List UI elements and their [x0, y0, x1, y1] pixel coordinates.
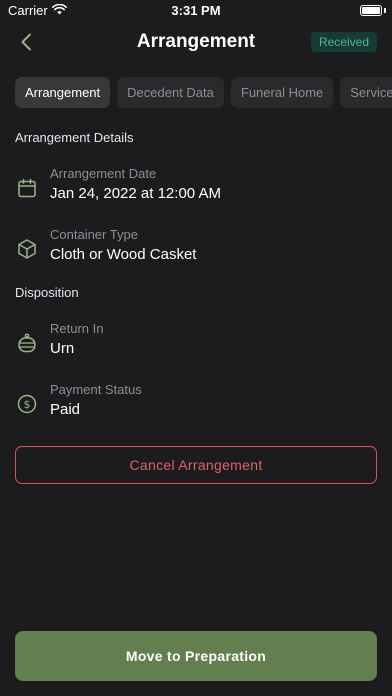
- arrangement-date-label: Arrangement Date: [50, 166, 157, 181]
- svg-text:$: $: [24, 398, 31, 411]
- calendar-icon: [15, 176, 39, 200]
- battery-cap: [384, 8, 386, 13]
- status-time: 3:31 PM: [171, 3, 221, 18]
- box-icon: [15, 237, 39, 261]
- navigation-bar: Arrangement Received: [0, 24, 392, 62]
- tab-funeral-home[interactable]: Funeral Home: [230, 77, 334, 108]
- tab-arrangement[interactable]: Arrangement: [15, 77, 111, 108]
- status-badge: Received: [310, 32, 377, 52]
- section-title-disposition: Disposition: [15, 285, 79, 300]
- section-title-arrangement-details: Arrangement Details: [15, 130, 134, 145]
- field-arrangement-date: Arrangement Date Jan 24, 2022 at 12:00 A…: [15, 166, 377, 212]
- status-bar: Carrier 3:31 PM: [0, 0, 392, 22]
- dollar-icon: $: [15, 392, 39, 416]
- tab-bar: Arrangement Decedent Data Funeral Home S…: [15, 77, 392, 108]
- move-to-preparation-button[interactable]: Move to Preparation: [15, 631, 377, 681]
- battery-icon: [360, 5, 382, 16]
- field-container-type: Container Type Cloth or Wood Casket: [15, 227, 377, 273]
- tab-decedent-data[interactable]: Decedent Data: [117, 77, 224, 108]
- return-in-value: Urn: [50, 340, 75, 357]
- container-type-value: Cloth or Wood Casket: [50, 246, 197, 263]
- field-payment-status: $ Payment Status Paid: [15, 382, 377, 428]
- field-return-in: Return In Urn: [15, 321, 377, 367]
- container-type-label: Container Type: [50, 227, 138, 242]
- tab-services[interactable]: Services: [340, 77, 392, 108]
- arrangement-date-value: Jan 24, 2022 at 12:00 AM: [50, 185, 221, 202]
- payment-status-label: Payment Status: [50, 382, 142, 397]
- return-in-label: Return In: [50, 321, 104, 336]
- payment-status-value: Paid: [50, 401, 81, 418]
- cancel-arrangement-button[interactable]: Cancel Arrangement: [15, 446, 377, 484]
- urn-icon: [15, 331, 39, 355]
